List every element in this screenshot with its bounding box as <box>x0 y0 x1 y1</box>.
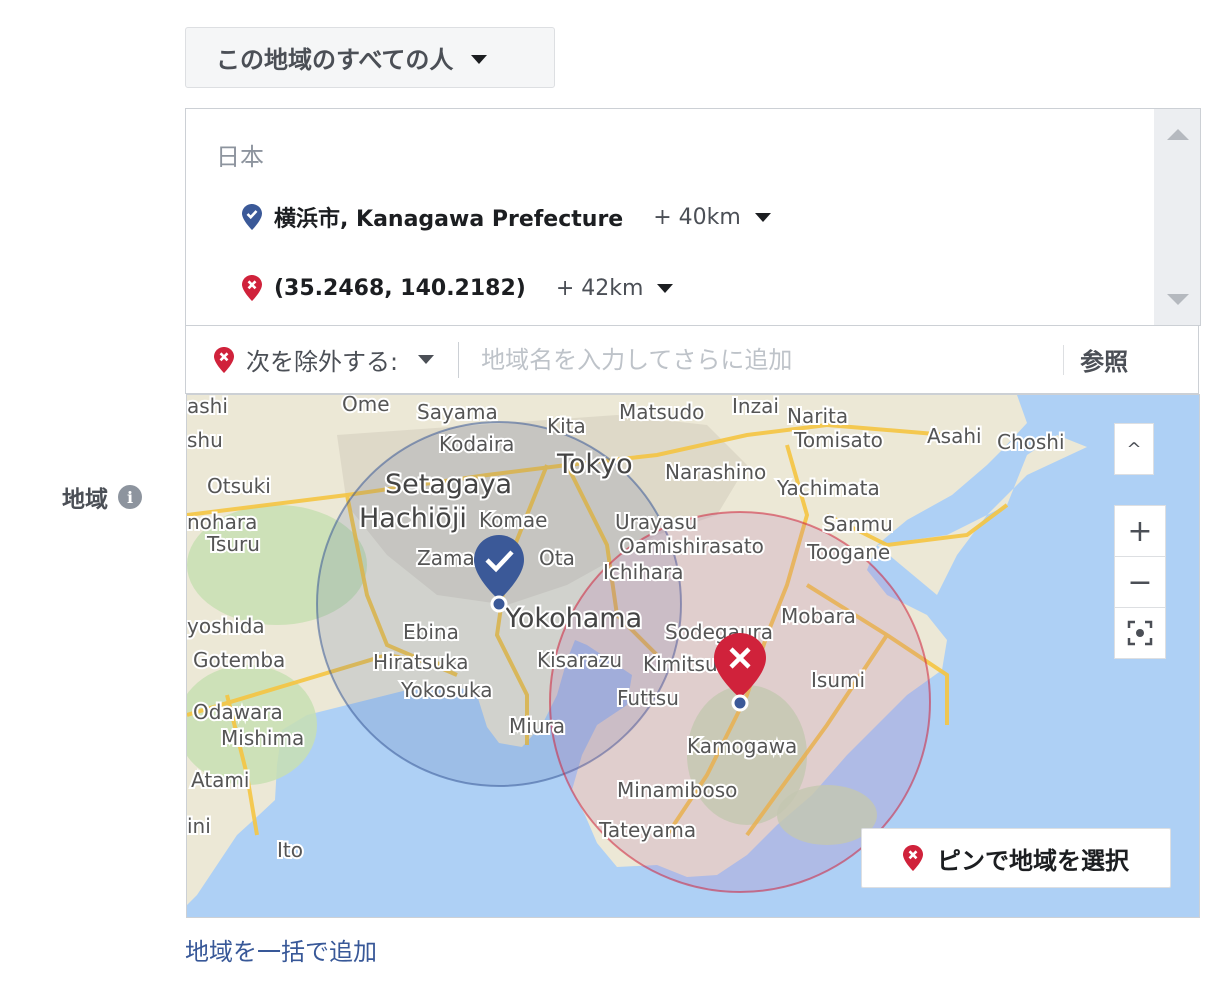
map-place-label: Ito <box>277 838 303 862</box>
bulk-add-locations-link[interactable]: 地域を一括で追加 <box>185 932 377 967</box>
map-place-label: Odawara <box>193 700 283 724</box>
map-place-label: Hiratsuka <box>373 650 469 674</box>
recenter-icon <box>1127 620 1153 646</box>
zoom-in-button[interactable]: + <box>1114 505 1166 557</box>
map-collapse-button[interactable]: ^ <box>1114 423 1154 475</box>
recenter-button[interactable] <box>1114 607 1166 659</box>
location-label-text: 地域 <box>62 487 108 513</box>
map-place-label: Hachiōji <box>359 503 467 534</box>
map-place-label: Zama <box>417 546 475 570</box>
map-place-label: Yokosuka <box>400 678 492 702</box>
map-place-label: Otsuki <box>207 474 271 498</box>
caret-down-icon <box>471 54 488 64</box>
map-place-label: Yokohama <box>504 603 642 634</box>
plus-icon: + <box>1127 513 1153 549</box>
map-place-label: Kamogawa <box>687 734 797 758</box>
scroll-up-arrow-icon[interactable] <box>1167 129 1189 140</box>
map-place-label: ini <box>187 814 211 838</box>
map-place-label: Sanmu <box>823 512 893 536</box>
selected-locations-box: 日本 横浜市, Kanagawa Prefecture + 40km (35.2… <box>185 108 1201 326</box>
chevron-up-icon: ^ <box>1126 438 1142 460</box>
map-place-label: Mishima <box>221 726 304 750</box>
included-location-name: 横浜市, Kanagawa Prefecture <box>274 207 624 232</box>
zoom-out-button[interactable]: − <box>1114 556 1166 608</box>
include-exclude-label: 次を除外する: <box>246 348 399 376</box>
map-place-label: Kimitsu <box>643 652 718 676</box>
exclude-pin-icon <box>242 275 262 301</box>
include-pin-icon <box>242 204 262 230</box>
map-place-label: ashi <box>187 395 228 418</box>
map-place-label: Yachimata <box>776 476 880 500</box>
included-location-row: 横浜市, Kanagawa Prefecture + 40km <box>242 201 771 233</box>
map-place-label: Kodaira <box>439 432 514 456</box>
map-place-label: Sayama <box>417 400 498 424</box>
browse-button[interactable]: 参照 <box>1080 342 1128 377</box>
map-place-label: yoshida <box>187 614 265 638</box>
excluded-radius-value: + 42km <box>555 275 644 301</box>
map-place-label: shu <box>187 428 223 452</box>
excluded-radius-dropdown[interactable]: + 42km <box>556 276 674 301</box>
map-place-label: Kita <box>547 414 586 438</box>
map-place-label: Gotemba <box>193 648 285 672</box>
map-place-label: Ebina <box>403 620 459 644</box>
map-place-label: Atami <box>191 768 249 792</box>
caret-down-icon <box>754 212 771 222</box>
location-search-input[interactable] <box>479 344 1044 375</box>
included-radius-dropdown[interactable]: + 40km <box>653 205 771 230</box>
caret-down-icon <box>657 283 674 293</box>
map-place-label: Tsuru <box>206 532 260 556</box>
audience-dropdown[interactable]: この地域のすべての人 <box>185 27 555 88</box>
divider <box>1063 344 1065 375</box>
location-section-label: 地域 i <box>62 480 142 514</box>
drop-pin-button[interactable]: ピンで地域を選択 <box>861 828 1171 888</box>
map-place-label: nohara <box>187 510 257 534</box>
included-radius-value: + 40km <box>653 204 741 230</box>
excluded-location-name: (35.2468, 140.2182) <box>274 275 526 301</box>
map-place-label: Futtsu <box>617 686 679 710</box>
map-place-label: Tokyo <box>556 449 633 480</box>
map-place-label: Inzai <box>732 395 779 418</box>
exclude-pin-icon <box>903 845 923 871</box>
map-place-label: Urayasu <box>615 510 697 534</box>
include-exclude-dropdown[interactable]: 次を除外する: <box>214 342 435 377</box>
excluded-location-row: (35.2468, 140.2182) + 42km <box>242 275 674 301</box>
map-place-label: Kisarazu <box>537 648 622 672</box>
locations-scrollbar[interactable] <box>1154 109 1200 325</box>
map-place-label: Minamiboso <box>617 778 737 802</box>
location-search-row: 次を除外する: 参照 <box>185 326 1199 394</box>
map-place-label: Ome <box>342 395 390 416</box>
map-place-label: Narita <box>787 404 848 428</box>
map-place-label: Tomisato <box>793 428 883 452</box>
location-map[interactable]: ashi Ome Sayama Kita Matsudo Inzai Narita shu Ko… <box>186 394 1200 918</box>
map-place-label: Setagaya <box>385 469 512 500</box>
map-place-label: Matsudo <box>619 400 704 424</box>
minus-icon: − <box>1127 564 1153 600</box>
map-place-label: Asahi <box>927 424 982 448</box>
map-place-label: Ota <box>539 546 575 570</box>
audience-dropdown-label: この地域のすべての人 <box>216 46 454 74</box>
info-icon[interactable]: i <box>118 485 142 509</box>
map-place-label: Komae <box>479 508 547 532</box>
map-place-label: Narashino <box>665 460 766 484</box>
map-place-label: Mobara <box>781 604 856 628</box>
country-label: 日本 <box>216 143 264 171</box>
map-place-label: Oamishirasato <box>619 534 764 558</box>
map-place-label: Ichihara <box>603 560 684 584</box>
caret-down-icon <box>418 355 435 364</box>
drop-pin-label: ピンで地域を選択 <box>937 846 1129 875</box>
map-place-label: Toogane <box>806 540 890 564</box>
map-place-label: Isumi <box>811 668 865 692</box>
exclude-pin-icon <box>214 346 234 373</box>
map-place-label: Miura <box>509 714 565 738</box>
divider <box>458 341 460 378</box>
map-place-label: Choshi <box>997 430 1065 454</box>
map-place-label: Tateyama <box>598 818 696 842</box>
scroll-down-arrow-icon[interactable] <box>1167 294 1189 305</box>
